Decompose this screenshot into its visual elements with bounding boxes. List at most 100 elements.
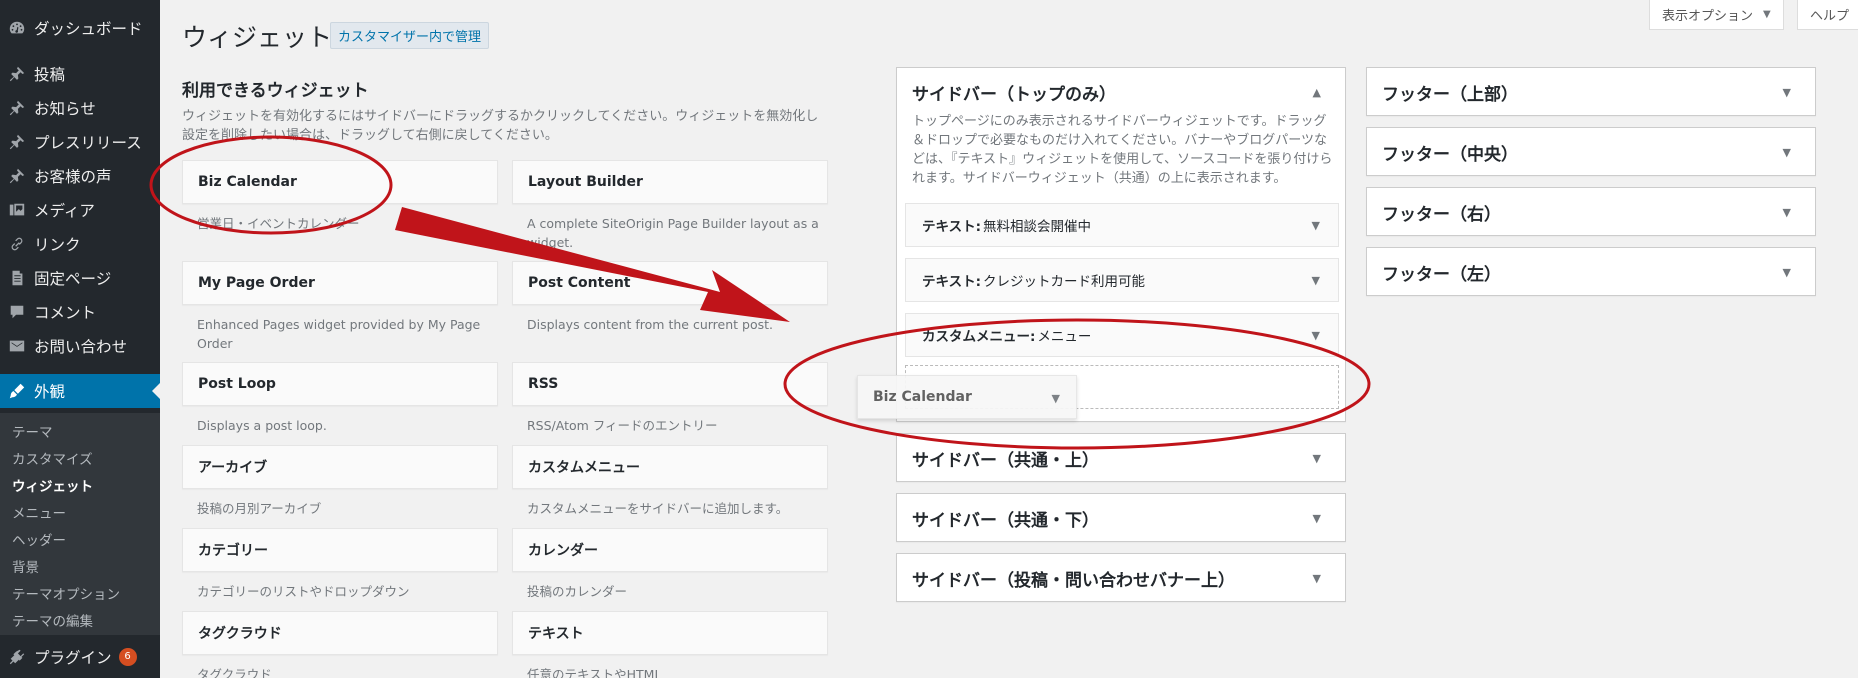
widget-tile[interactable]: Layout Builder (512, 160, 828, 204)
manage-in-customizer-button[interactable]: カスタマイザー内で管理 (330, 22, 490, 49)
page-title: ウィジェット (182, 23, 333, 52)
widget-title: Post Content (528, 275, 631, 291)
menu-appearance[interactable]: 外観 (0, 374, 160, 408)
widget-type: テキスト: (922, 274, 981, 290)
collapse-arrow-icon[interactable]: ▲ (1313, 86, 1321, 99)
expand-arrow-icon[interactable]: ▼ (1783, 206, 1791, 219)
menu-posts-label: 投稿 (34, 66, 66, 84)
expand-arrow-icon[interactable]: ▼ (1312, 219, 1320, 232)
widget-title: Biz Calendar (198, 174, 297, 190)
widget-description: A complete SiteOrigin Page Builder layou… (527, 216, 819, 250)
menu-media[interactable]: メディア (0, 196, 160, 224)
menu-contact[interactable]: お問い合わせ (0, 332, 160, 360)
widget-tile[interactable]: テキスト (512, 611, 828, 655)
widget-tile[interactable]: タグクラウド (182, 611, 498, 655)
expand-arrow-icon[interactable]: ▼ (1783, 266, 1791, 279)
sidebar-top-title[interactable]: サイドバー（トップのみ） (912, 80, 1116, 105)
widget-tile[interactable]: カレンダー (512, 528, 828, 572)
menu-voice-label: お客様の声 (34, 168, 112, 186)
submenu-theme-options[interactable]: テーマオプション (12, 583, 120, 603)
submenu-menus[interactable]: メニュー (12, 502, 66, 522)
menu-posts[interactable]: 投稿 (0, 60, 160, 88)
admin-menu: ダッシュボード 投稿 お知らせ プレスリリース お客様の声 メディア リンク 固… (0, 0, 160, 678)
widget-tile[interactable]: Post Content (512, 261, 828, 305)
menu-appearance-label: 外観 (34, 383, 66, 401)
sidebar-widget[interactable]: テキスト: 無料相談会開催中 ▼ (905, 203, 1339, 247)
submenu-background[interactable]: 背景 (12, 556, 39, 576)
screen-options-label: 表示オプション (1662, 9, 1754, 24)
submenu-customize[interactable]: カスタマイズ (12, 448, 93, 468)
menu-pages[interactable]: 固定ページ (0, 264, 160, 292)
widget-description: RSS/Atom フィードのエントリー (527, 418, 718, 433)
expand-arrow-icon[interactable]: ▼ (1313, 572, 1321, 585)
widget-title: Post Loop (198, 376, 276, 392)
brush-icon (0, 382, 34, 400)
footer-left[interactable]: フッター（左） ▼ (1366, 247, 1816, 296)
widget-instance-title: クレジットカード利用可能 (983, 274, 1145, 290)
widget-description: 投稿のカレンダー (527, 584, 628, 599)
expand-arrow-icon: ▼ (1051, 392, 1060, 405)
menu-plugins[interactable]: プラグイン 6 (0, 643, 160, 671)
appearance-submenu: テーマ カスタマイズ ウィジェット メニュー ヘッダー 背景 テーマオプション … (0, 413, 160, 635)
sidebar-widget[interactable]: テキスト: クレジットカード利用可能 ▼ (905, 258, 1339, 302)
sidebar-post-contact-banner[interactable]: サイドバー（投稿・問い合わせバナー上） ▼ (896, 553, 1346, 602)
widget-tile[interactable]: RSS (512, 362, 828, 406)
menu-press[interactable]: プレスリリース (0, 128, 160, 156)
menu-media-label: メディア (34, 202, 95, 220)
expand-arrow-icon[interactable]: ▼ (1313, 452, 1321, 465)
widget-description: Displays content from the current post. (527, 317, 773, 332)
expand-arrow-icon[interactable]: ▼ (1312, 329, 1320, 342)
footer-center[interactable]: フッター（中央） ▼ (1366, 127, 1816, 176)
menu-comments[interactable]: コメント (0, 298, 160, 326)
widget-title: アーカイブ (198, 460, 268, 476)
screen-options-button[interactable]: 表示オプション ▼ (1649, 0, 1784, 30)
plugin-icon (0, 648, 34, 666)
menu-news[interactable]: お知らせ (0, 94, 160, 122)
link-icon (0, 235, 34, 253)
dashboard-icon (0, 19, 34, 37)
menu-plugins-label: プラグイン (34, 649, 112, 667)
help-button[interactable]: ヘルプ (1797, 0, 1858, 30)
expand-arrow-icon[interactable]: ▼ (1783, 86, 1791, 99)
sidebar-title: サイドバー（共通・上） (912, 451, 1099, 471)
menu-comments-label: コメント (34, 304, 97, 322)
menu-links-label: リンク (34, 236, 81, 254)
submenu-theme-editor[interactable]: テーマの編集 (12, 610, 93, 630)
menu-news-label: お知らせ (34, 100, 96, 118)
widget-description: カスタムメニューをサイドバーに追加します。 (527, 501, 789, 516)
footer-top[interactable]: フッター（上部） ▼ (1366, 67, 1816, 116)
menu-pages-label: 固定ページ (34, 270, 112, 288)
expand-arrow-icon[interactable]: ▼ (1783, 146, 1791, 159)
sidebar-common-top[interactable]: サイドバー（共通・上） ▼ (896, 433, 1346, 482)
expand-arrow-icon[interactable]: ▼ (1312, 274, 1320, 287)
dragged-widget[interactable]: Biz Calendar ▼ (857, 375, 1077, 419)
widget-tile[interactable]: Post Loop (182, 362, 498, 406)
widget-title: Layout Builder (528, 174, 643, 190)
dragged-widget-title: Biz Calendar (873, 389, 972, 405)
sidebar-widget[interactable]: カスタムメニュー: メニュー ▼ (905, 313, 1339, 357)
submenu-widgets[interactable]: ウィジェット (12, 475, 93, 495)
widget-tile[interactable]: Biz Calendar (182, 160, 498, 204)
widget-description: 任意のテキストやHTML (527, 667, 662, 678)
menu-voice[interactable]: お客様の声 (0, 162, 160, 190)
sidebar-common-bottom[interactable]: サイドバー（共通・下） ▼ (896, 493, 1346, 542)
widget-title: タグクラウド (198, 626, 282, 642)
submenu-themes[interactable]: テーマ (12, 421, 53, 441)
widget-tile[interactable]: カスタムメニュー (512, 445, 828, 489)
pin-icon (0, 167, 34, 185)
sidebar-title: サイドバー（投稿・問い合わせバナー上） (912, 571, 1235, 591)
widget-tile[interactable]: My Page Order (182, 261, 498, 305)
menu-dashboard[interactable]: ダッシュボード (0, 14, 160, 42)
widget-title: テキスト (528, 626, 584, 642)
widget-tile[interactable]: アーカイブ (182, 445, 498, 489)
widget-instance-title: 無料相談会開催中 (983, 219, 1091, 235)
widget-type: テキスト: (922, 219, 981, 235)
menu-links[interactable]: リンク (0, 230, 160, 258)
widget-description: 営業日・イベントカレンダー (197, 216, 360, 231)
expand-arrow-icon[interactable]: ▼ (1313, 512, 1321, 525)
widget-tile[interactable]: カテゴリー (182, 528, 498, 572)
footer-right[interactable]: フッター（右） ▼ (1366, 187, 1816, 236)
widget-description: Enhanced Pages widget provided by My Pag… (197, 317, 481, 351)
widget-description: カテゴリーのリストやドロップダウン (197, 584, 410, 599)
submenu-header[interactable]: ヘッダー (12, 529, 66, 549)
